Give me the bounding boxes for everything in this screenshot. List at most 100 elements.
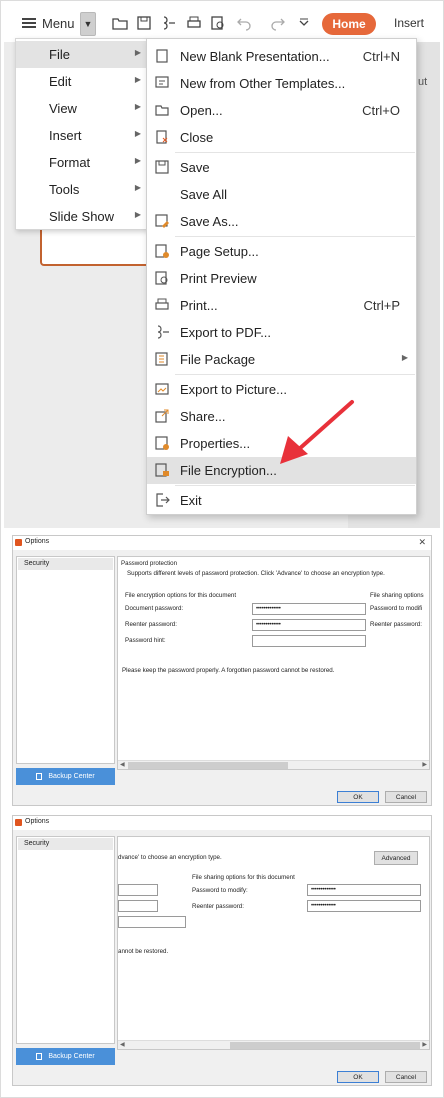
reenter-label: Reenter password:: [125, 621, 177, 628]
file-menu-item-print[interactable]: Print... Ctrl+P: [147, 292, 416, 319]
chevron-right-icon: ▶: [134, 210, 141, 219]
file-menu-item-label: Save: [180, 160, 210, 175]
chevron-right-icon: ▶: [401, 353, 408, 362]
backup-center-button[interactable]: Backup Center: [16, 1048, 115, 1065]
file-menu-item-label: Print...: [180, 298, 218, 313]
menu-item-tools[interactable]: Tools ▶: [16, 176, 147, 203]
save-as-icon: [155, 214, 169, 228]
sharing-reenter-label: Reenter password:: [370, 621, 422, 628]
ok-button[interactable]: OK: [337, 791, 379, 803]
menu-item-view[interactable]: View ▶: [16, 95, 147, 122]
ok-button[interactable]: OK: [337, 1071, 379, 1083]
chevron-right-icon: ▶: [134, 156, 141, 165]
file-menu-item-export-to-pdf[interactable]: Export to PDF...: [147, 319, 416, 346]
folder-open-icon[interactable]: [112, 15, 128, 31]
shortcut-label: Ctrl+P: [363, 298, 400, 313]
print-icon[interactable]: [186, 15, 202, 31]
nav-item-label: Security: [24, 560, 50, 567]
scrollbar-thumb[interactable]: [128, 762, 288, 769]
password-hint-field[interactable]: [252, 635, 366, 647]
sharing-reenter-field[interactable]: •••••••••••••: [307, 900, 421, 912]
print-preview-icon: [155, 271, 168, 285]
scroll-left-icon[interactable]: ◀: [120, 761, 125, 768]
cancel-button[interactable]: Cancel: [385, 1071, 427, 1083]
undo-icon[interactable]: [236, 15, 252, 31]
nav-item-label: Security: [24, 840, 50, 847]
document-password-field[interactable]: [118, 884, 158, 896]
file-menu-item-label: Open...: [180, 103, 223, 118]
right-edge-text: ut: [418, 76, 428, 88]
insert-tab[interactable]: Insert: [394, 16, 424, 30]
document-password-field[interactable]: •••••••••••••: [252, 603, 366, 615]
menu-item-edit[interactable]: Edit ▶: [16, 68, 147, 95]
password-hint-field[interactable]: [118, 916, 186, 928]
package-icon: [155, 352, 168, 366]
export-pdf-icon: [157, 325, 169, 339]
menu-item-insert[interactable]: Insert ▶: [16, 122, 147, 149]
scroll-right-icon[interactable]: ▶: [422, 1041, 427, 1048]
reenter-password-field[interactable]: [118, 900, 158, 912]
shortcut-label: Ctrl+N: [362, 49, 400, 64]
close-icon[interactable]: ✕: [418, 537, 426, 548]
menu-separator: [175, 236, 415, 237]
scroll-right-icon[interactable]: ▶: [422, 761, 427, 768]
advanced-button[interactable]: Advanced: [374, 851, 418, 865]
file-menu-item-file-package[interactable]: File Package ▶: [147, 346, 416, 373]
file-menu-item-label: New Blank Presentation...: [180, 49, 330, 64]
print-preview-icon[interactable]: [210, 15, 226, 31]
file-menu-item-print-preview[interactable]: Print Preview: [147, 265, 416, 292]
save-icon[interactable]: [136, 15, 152, 31]
app-icon: [15, 539, 22, 546]
shortcut-label: Ctrl+O: [362, 103, 400, 118]
file-menu-item-label: Save As...: [180, 214, 239, 229]
sharing-header: File sharing options for this document: [192, 874, 295, 881]
scroll-left-icon[interactable]: ◀: [120, 1041, 125, 1048]
options-dialog-1: Options ✕ Security Backup Center Passwor…: [12, 535, 432, 806]
password-to-modify-field[interactable]: •••••••••••••: [307, 884, 421, 896]
backup-center-button[interactable]: Backup Center: [16, 768, 115, 785]
file-menu-item-label: Export to Picture...: [180, 382, 287, 397]
file-menu-item-new-blank-presentation[interactable]: New Blank Presentation... Ctrl+N: [147, 43, 416, 70]
export-pdf-icon[interactable]: [160, 15, 176, 31]
file-menu-item-open[interactable]: Open... Ctrl+O: [147, 97, 416, 124]
nav-item-security[interactable]: Security: [18, 558, 113, 570]
file-menu-item-exit[interactable]: Exit: [147, 487, 416, 514]
horizontal-scrollbar[interactable]: ◀ ▶: [118, 1040, 429, 1049]
menu-item-slide-show[interactable]: Slide Show ▶: [16, 203, 147, 230]
sharing-reenter-label: Reenter password:: [192, 903, 244, 910]
close-doc-icon: [156, 130, 168, 144]
menu-dropdown-arrow[interactable]: ▼: [80, 12, 96, 36]
home-tab[interactable]: Home: [322, 13, 376, 35]
wps-menu-screenshot: Menu ▼ Home Insert ut File ▶ Edit ▶ View ▶ Ins…: [4, 4, 440, 528]
menu-button[interactable]: Menu: [22, 12, 75, 34]
dialog-body: Security Backup Center Password protecti…: [13, 550, 431, 805]
file-menu-item-page-setup[interactable]: Page Setup...: [147, 238, 416, 265]
save-icon: [155, 160, 169, 174]
menu-separator: [175, 152, 415, 153]
file-menu-item-save-as[interactable]: Save As...: [147, 208, 416, 235]
modify-label: Password to modifi: [370, 605, 423, 612]
redo-icon[interactable]: [270, 15, 286, 31]
options-nav: Security: [16, 556, 115, 764]
more-chevron-icon[interactable]: [296, 15, 312, 31]
top-toolbar: Menu ▼ Home Insert: [4, 4, 440, 42]
hamburger-icon: [22, 18, 36, 28]
file-menu-item-save-all[interactable]: Save All: [147, 181, 416, 208]
scrollbar-thumb[interactable]: [230, 1042, 420, 1049]
template-icon: [155, 76, 169, 88]
menu-item-format[interactable]: Format ▶: [16, 149, 147, 176]
file-menu-item-save[interactable]: Save: [147, 154, 416, 181]
menu-item-file[interactable]: File ▶: [16, 41, 147, 68]
warning-tail: annot be restored.: [118, 948, 169, 955]
nav-item-security[interactable]: Security: [18, 838, 113, 850]
file-menu-item-new-from-other-templates[interactable]: New from Other Templates...: [147, 70, 416, 97]
cancel-button[interactable]: Cancel: [385, 791, 427, 803]
horizontal-scrollbar[interactable]: ◀ ▶: [118, 760, 429, 769]
reenter-password-field[interactable]: •••••••••••••: [252, 619, 366, 631]
description: Supports different levels of password pr…: [127, 570, 385, 577]
menu-separator: [175, 374, 415, 375]
security-panel: dvance' to choose an encryption type. Ad…: [117, 836, 430, 1050]
file-menu-item-close[interactable]: Close: [147, 124, 416, 151]
menu-item-label: File: [49, 47, 70, 62]
description-tail: dvance' to choose an encryption type.: [118, 854, 222, 861]
